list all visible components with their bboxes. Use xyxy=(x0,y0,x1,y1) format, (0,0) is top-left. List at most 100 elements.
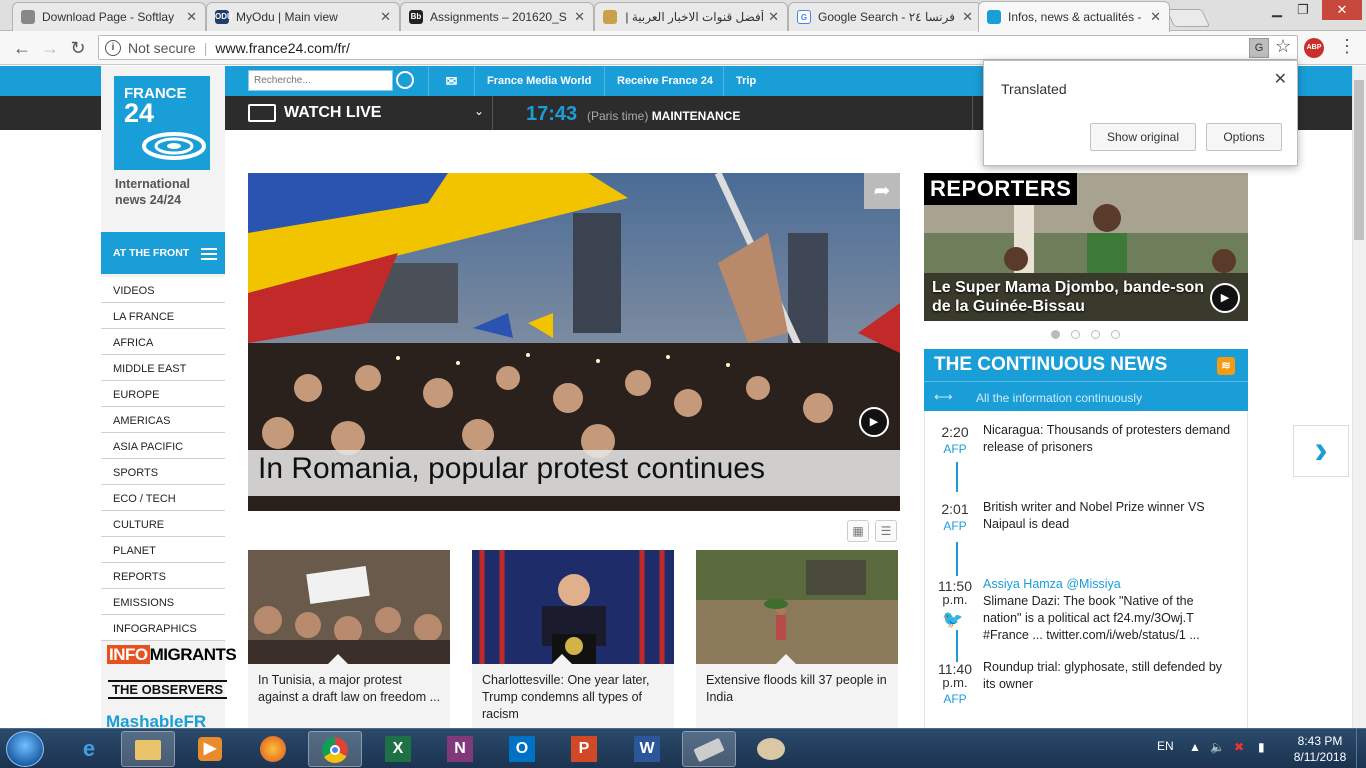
news-item[interactable]: Roundup trial: glyphosate, still defende… xyxy=(983,659,1233,693)
usb-icon[interactable] xyxy=(682,731,736,767)
tab-france24[interactable]: Infos, news & actualités - ✕ xyxy=(978,1,1170,32)
nav-item-reports[interactable]: REPORTS xyxy=(101,563,225,589)
onenote-icon[interactable]: N xyxy=(433,731,487,767)
signal-icon[interactable]: ▮ xyxy=(1258,740,1265,754)
excel-icon[interactable]: X xyxy=(371,731,425,767)
reload-icon[interactable]: ↻ xyxy=(66,36,90,60)
news-item[interactable]: Slimane Dazi: The book "Native of the na… xyxy=(983,593,1233,644)
next-arrow-icon[interactable]: › xyxy=(1293,425,1349,477)
nav-item-la-france[interactable]: LA FRANCE xyxy=(101,303,225,329)
nav-item-middle-east[interactable]: MIDDLE EAST xyxy=(101,355,225,381)
carousel-dot[interactable] xyxy=(1051,330,1060,339)
start-button[interactable] xyxy=(6,731,44,767)
observers-logo[interactable]: THE OBSERVERS xyxy=(108,680,228,699)
nav-item-planet[interactable]: PLANET xyxy=(101,537,225,563)
grid-view-icon[interactable]: ▦ xyxy=(847,520,869,542)
newsletter-icon[interactable]: ✉ xyxy=(428,66,474,96)
url-text[interactable]: www.france24.com/fr/ xyxy=(215,40,350,56)
infomigrants-logo[interactable]: INFO MIGRANTS xyxy=(107,645,237,665)
play-icon[interactable]: ▶ xyxy=(1210,283,1240,313)
search-icon[interactable] xyxy=(396,71,414,89)
carousel-dot[interactable] xyxy=(1091,330,1100,339)
close-tab-icon[interactable]: ✕ xyxy=(380,9,391,25)
nav-item-videos[interactable]: VIDEOS xyxy=(101,277,225,303)
explorer-icon[interactable] xyxy=(121,731,175,767)
chevron-down-icon[interactable]: ⌄ xyxy=(474,104,484,118)
tab-myodu[interactable]: ODU MyOdu | Main view ✕ xyxy=(206,2,400,31)
firefox-icon[interactable] xyxy=(246,731,300,767)
france-media-world-link[interactable]: France Media World xyxy=(474,66,603,96)
close-icon[interactable]: ✕ xyxy=(1274,69,1287,89)
minimize-icon[interactable]: ▁ xyxy=(1264,0,1290,20)
maximize-icon[interactable]: ❐ xyxy=(1290,0,1316,20)
powerpoint-icon[interactable]: P xyxy=(557,731,611,767)
nav-item-africa[interactable]: AFRICA xyxy=(101,329,225,355)
receive-france24-link[interactable]: Receive France 24 xyxy=(604,66,725,96)
news-item[interactable]: British writer and Nobel Prize winner VS… xyxy=(983,499,1233,533)
nav-item-infographics[interactable]: INFOGRAPHICS xyxy=(101,615,225,641)
watch-live-link[interactable]: WATCH LIVE xyxy=(284,97,381,129)
forward-icon[interactable]: → xyxy=(38,36,62,60)
google-icon: G xyxy=(797,10,811,24)
outlook-icon[interactable]: O xyxy=(495,731,549,767)
show-hidden-icons[interactable]: ▲ xyxy=(1189,740,1201,754)
volume-icon[interactable]: 🔈 xyxy=(1210,740,1225,754)
chrome-icon[interactable] xyxy=(308,731,362,767)
tab-google-search[interactable]: G Google Search - فرنسا ٢٤ ✕ xyxy=(788,2,982,31)
tab-arabic-news[interactable]: أفضل قنوات الاخبار العربية | الم✕ xyxy=(594,2,788,31)
carousel-dot[interactable] xyxy=(1111,330,1120,339)
nav-item-emissions[interactable]: EMISSIONS xyxy=(101,589,225,615)
list-view-icon[interactable]: ☰ xyxy=(875,520,897,542)
nav-item-europe[interactable]: EUROPE xyxy=(101,381,225,407)
tweet-author[interactable]: Assiya Hamza @Missiya xyxy=(983,576,1121,593)
share-icon[interactable]: ➦ xyxy=(864,173,900,209)
article-card[interactable]: Charlottesville: One year later, Trump c… xyxy=(472,550,674,728)
tab-assignments[interactable]: Bb Assignments – 201620_S ✕ xyxy=(400,2,594,31)
menu-icon[interactable]: ⋮ xyxy=(1338,36,1356,57)
hamburger-icon[interactable] xyxy=(201,248,217,260)
back-icon[interactable]: ← xyxy=(10,36,34,60)
close-tab-icon[interactable]: ✕ xyxy=(1150,9,1161,25)
article-card[interactable]: Extensive floods kill 37 people in India xyxy=(696,550,898,728)
system-clock[interactable]: 8:43 PM 8/11/2018 xyxy=(1290,733,1350,765)
translate-icon[interactable]: G xyxy=(1249,38,1269,58)
paint-icon[interactable] xyxy=(744,731,798,767)
close-tab-icon[interactable]: ✕ xyxy=(768,9,779,25)
article-card[interactable]: In Tunisia, a major protest against a dr… xyxy=(248,550,450,728)
continuous-news-subtitle[interactable]: All the information continuously xyxy=(924,381,1248,411)
adblock-extension-icon[interactable]: ABP xyxy=(1304,38,1324,58)
nav-item-eco-tech[interactable]: ECO / TECH xyxy=(101,485,225,511)
tab-download-page[interactable]: Download Page - Softlay ✕ xyxy=(12,2,206,31)
hero-headline[interactable]: In Romania, popular protest continues xyxy=(248,450,900,496)
close-window-icon[interactable]: ✕ xyxy=(1322,0,1362,20)
ie-icon[interactable]: e xyxy=(62,731,116,767)
nav-item-asia-pacific[interactable]: ASIA PACIFIC xyxy=(101,433,225,459)
options-button[interactable]: Options xyxy=(1206,123,1282,151)
continuous-news-header[interactable]: THE CONTINUOUS NEWS xyxy=(924,349,1248,381)
close-tab-icon[interactable]: ✕ xyxy=(574,9,585,25)
info-icon[interactable]: i xyxy=(105,39,121,56)
rss-icon[interactable]: ≋ xyxy=(1217,357,1235,375)
at-the-front-menu[interactable]: AT THE FRONT xyxy=(101,232,225,274)
network-icon[interactable]: ✖ xyxy=(1234,740,1244,754)
show-original-button[interactable]: Show original xyxy=(1090,123,1196,151)
play-icon[interactable]: ▶ xyxy=(859,407,889,437)
search-input[interactable] xyxy=(248,70,393,91)
carousel-dot[interactable] xyxy=(1071,330,1080,339)
trip-link[interactable]: Trip xyxy=(723,66,768,96)
show-desktop-button[interactable] xyxy=(1356,728,1366,768)
close-tab-icon[interactable]: ✕ xyxy=(186,9,197,25)
scrollbar-thumb[interactable] xyxy=(1354,80,1364,240)
media-icon[interactable]: ▶ xyxy=(183,731,237,767)
news-item[interactable]: Nicaragua: Thousands of protesters deman… xyxy=(983,422,1233,456)
nav-item-sports[interactable]: SPORTS xyxy=(101,459,225,485)
nav-item-culture[interactable]: CULTURE xyxy=(101,511,225,537)
word-icon[interactable]: W xyxy=(620,731,674,767)
reporters-title[interactable]: Le Super Mama Djombo, bande-son de la Gu… xyxy=(932,278,1212,316)
language-indicator[interactable]: EN xyxy=(1157,739,1174,753)
nav-item-americas[interactable]: AMERICAS xyxy=(101,407,225,433)
bookmark-star-icon[interactable]: ☆ xyxy=(1275,36,1291,57)
france24-logo[interactable]: FRANCE 24 xyxy=(114,76,210,170)
address-bar[interactable]: i Not secure | www.france24.com/fr/ xyxy=(98,35,1298,60)
close-tab-icon[interactable]: ✕ xyxy=(962,9,973,25)
